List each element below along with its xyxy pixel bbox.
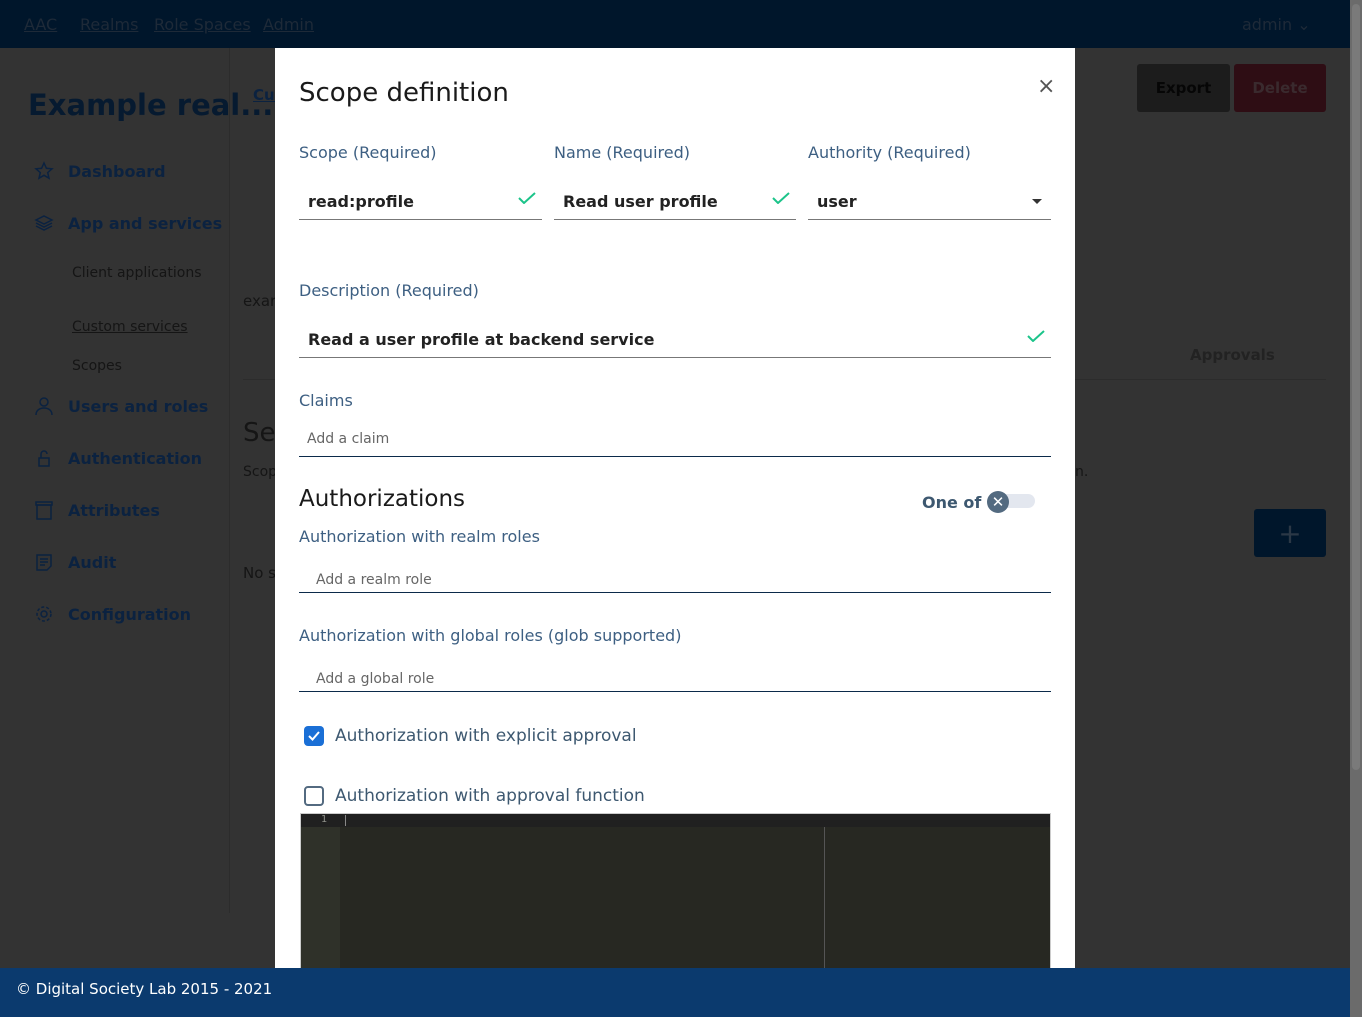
print-margin (824, 827, 825, 968)
check-icon (518, 192, 536, 204)
scope-value: read:profile (308, 192, 414, 211)
sidebar-item-label: Configuration (68, 604, 192, 624)
brand-link[interactable]: AAC (24, 15, 57, 34)
description-value: Read a user profile at backend service (308, 330, 655, 349)
section-desc-tail: n. (1075, 464, 1089, 480)
user-menu[interactable]: admin ⌄ (1242, 15, 1311, 34)
export-button[interactable]: Export (1137, 64, 1230, 112)
active-line (301, 814, 1050, 827)
description-label: Description (Required) (299, 281, 479, 300)
scope-input[interactable]: read:profile (299, 184, 542, 220)
footer: © Digital Society Lab 2015 - 2021 (0, 968, 1350, 1017)
explicit-approval-checkbox[interactable] (304, 726, 324, 746)
delete-button[interactable]: Delete (1234, 64, 1326, 112)
lock-icon (38, 450, 50, 467)
sidebar-sub-scopes[interactable]: Scopes (72, 358, 122, 374)
user-name: admin (1242, 15, 1293, 34)
scrollbar[interactable] (1350, 0, 1362, 1017)
realm-title: Example real... (28, 88, 274, 122)
chevron-down-icon: ⌄ (1297, 15, 1311, 34)
authority-value: user (817, 192, 857, 211)
explicit-approval-label: Authorization with explicit approval (335, 726, 637, 746)
line-number: 1 (321, 814, 328, 825)
add-scope-button[interactable]: + (1254, 509, 1326, 557)
gear-icon (36, 606, 52, 622)
global-roles-label: Authorization with global roles (glob su… (299, 626, 682, 645)
name-value: Read user profile (563, 192, 718, 211)
authorizations-title: Authorizations (299, 486, 466, 512)
scrollbar-thumb[interactable] (1352, 4, 1360, 770)
name-input[interactable]: Read user profile (554, 184, 796, 220)
sidebar-divider (229, 48, 230, 913)
sidebar-item-apps[interactable]: App and services (34, 213, 222, 233)
claims-label: Claims (299, 391, 353, 410)
empty-text: No s (243, 564, 276, 582)
archive-icon (35, 501, 53, 520)
sidebar-item-label: Audit (68, 552, 117, 572)
sidebar-item-label: Attributes (68, 500, 160, 520)
note-icon (36, 554, 52, 571)
sidebar-item-configuration[interactable]: Configuration (34, 604, 191, 624)
sidebar-item-audit[interactable]: Audit (34, 552, 116, 572)
sidebar-item-label: Dashboard (68, 161, 166, 181)
one-of-toggle[interactable]: ✕ (987, 491, 1035, 513)
modal-title: Scope definition (299, 78, 509, 108)
tab-approvals[interactable]: Approvals (1190, 346, 1275, 364)
sidebar-item-attributes[interactable]: Attributes (34, 500, 160, 520)
authority-label: Authority (Required) (808, 143, 971, 162)
sidebar-sub-client-apps[interactable]: Client applications (72, 265, 202, 281)
editor-gutter (301, 814, 340, 968)
realm-roles-label: Authorization with realm roles (299, 527, 540, 546)
sidebar-item-authentication[interactable]: Authentication (34, 448, 202, 468)
description-input[interactable]: Read a user profile at backend service (299, 322, 1051, 358)
close-icon[interactable]: × (1037, 74, 1055, 99)
cursor (345, 815, 346, 826)
approval-function-label: Authorization with approval function (335, 786, 645, 806)
star-icon (34, 161, 54, 180)
sidebar-item-dashboard[interactable]: Dashboard (34, 161, 166, 181)
user-icon (35, 397, 53, 416)
caret-down-icon (1032, 199, 1042, 209)
authority-select[interactable]: user (808, 184, 1051, 220)
check-icon (1027, 330, 1045, 342)
sidebar-item-label: Authentication (68, 448, 202, 468)
sidebar-item-label: App and services (68, 213, 223, 233)
nav-realms[interactable]: Realms (80, 15, 138, 34)
name-label: Name (Required) (554, 143, 690, 162)
service-id-text: exar (243, 292, 277, 310)
check-icon (772, 192, 790, 204)
close-icon: ✕ (987, 491, 1009, 513)
one-of-label: One of (922, 493, 982, 512)
section-desc: Scop (243, 464, 278, 480)
layers-icon (34, 215, 54, 231)
approval-function-checkbox[interactable] (304, 786, 324, 806)
check-icon (308, 731, 320, 741)
nav-role-spaces[interactable]: Role Spaces (154, 15, 251, 34)
realm-role-input[interactable]: Add a realm role (299, 572, 1051, 593)
scope-definition-modal: Scope definition × Scope (Required) read… (275, 48, 1075, 968)
sidebar-sub-custom-services[interactable]: Custom services (72, 319, 188, 335)
claims-input[interactable]: Add a claim (299, 431, 1051, 457)
global-role-input[interactable]: Add a global role (299, 671, 1051, 692)
top-navbar: AAC Realms Role Spaces Admin admin ⌄ (0, 0, 1350, 48)
nav-admin[interactable]: Admin (263, 15, 314, 34)
sidebar-item-label: Users and roles (68, 396, 209, 416)
sidebar-item-users[interactable]: Users and roles (34, 396, 208, 416)
scope-label: Scope (Required) (299, 143, 437, 162)
code-editor[interactable]: 1 (300, 813, 1051, 968)
